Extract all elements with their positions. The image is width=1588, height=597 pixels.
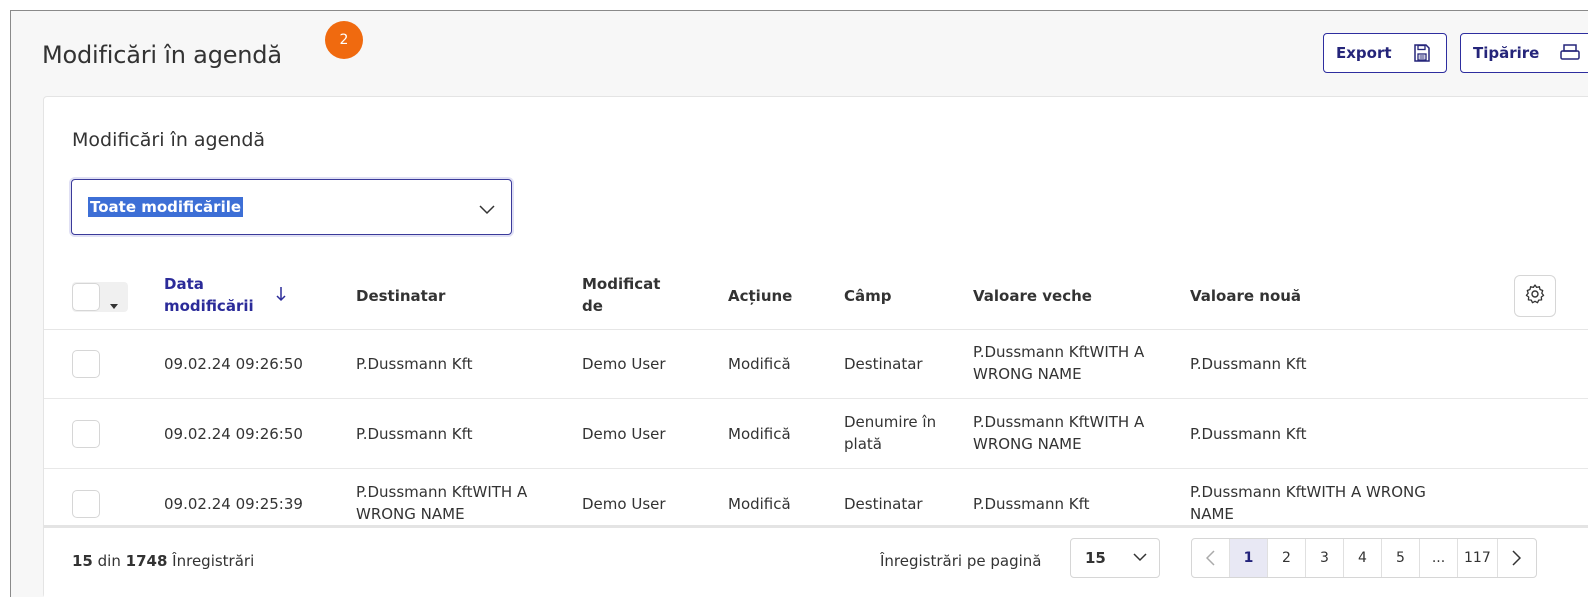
- per-page-label: Înregistrări pe pagină: [880, 552, 1042, 570]
- cell-recipient: P.Dussmann Kft: [356, 355, 473, 373]
- column-header-date-line2: modificării: [164, 297, 254, 315]
- cell-recipient: P.Dussmann Kft: [356, 425, 473, 443]
- page-button-4[interactable]: 4: [1344, 539, 1382, 577]
- chevron-down-icon: [1133, 553, 1147, 562]
- column-header-new-value[interactable]: Valoare nouă: [1190, 285, 1301, 307]
- column-header-modified-by-line2: de: [582, 297, 603, 315]
- record-count-shown: 15: [72, 552, 93, 570]
- record-count-of: din: [97, 552, 121, 570]
- column-header-action[interactable]: Acțiune: [728, 285, 792, 307]
- column-settings-button[interactable]: [1514, 275, 1556, 317]
- column-header-field[interactable]: Câmp: [844, 285, 892, 307]
- page-button-2[interactable]: 2: [1268, 539, 1306, 577]
- cell-recipient-line1: P.Dussmann KftWITH A: [356, 483, 528, 501]
- column-header-date[interactable]: Data modificării: [164, 273, 254, 317]
- sort-descending-icon[interactable]: [276, 286, 286, 306]
- per-page-value: 15: [1085, 549, 1106, 567]
- cell-field: Denumire în plată: [844, 411, 936, 455]
- cell-action: Modifică: [728, 495, 791, 513]
- page-button-5[interactable]: 5: [1382, 539, 1420, 577]
- cell-recipient-line2: WRONG NAME: [356, 505, 465, 520]
- cell-field: Destinatar: [844, 355, 923, 373]
- row-checkbox[interactable]: [72, 420, 100, 448]
- gear-icon: [1524, 283, 1546, 309]
- cell-modified-by: Demo User: [582, 355, 666, 373]
- changes-card: Modificări în agendă Toate modificările …: [43, 96, 1588, 597]
- cell-modified-by: Demo User: [582, 495, 666, 513]
- chevron-left-icon: [1206, 550, 1215, 566]
- cell-date: 09.02.24 09:26:50: [164, 355, 303, 373]
- page-ellipsis: ...: [1420, 539, 1458, 577]
- per-page-select[interactable]: 15: [1070, 538, 1160, 578]
- cell-old-value-line2: WRONG NAME: [973, 435, 1082, 453]
- step-badge: 2: [325, 21, 363, 59]
- record-count-total: 1748: [125, 552, 168, 570]
- export-button[interactable]: Export: [1323, 33, 1447, 73]
- cell-new-value: P.Dussmann Kft: [1190, 355, 1307, 373]
- table-row[interactable]: 09.02.24 09:25:39 P.Dussmann KftWITH A W…: [44, 470, 1588, 520]
- column-header-modified-by[interactable]: Modificat de: [582, 273, 660, 317]
- cell-old-value-line1: P.Dussmann KftWITH A: [973, 343, 1145, 361]
- cell-new-value: P.Dussmann KftWITH A WRONG NAME: [1190, 481, 1426, 520]
- page-title: Modificări în agendă: [42, 41, 282, 69]
- cell-field-line2: plată: [844, 435, 882, 453]
- table-footer: 15 din 1748 Înregistrări Înregistrări pe…: [44, 525, 1588, 597]
- page-button-3[interactable]: 3: [1306, 539, 1344, 577]
- cell-recipient: P.Dussmann KftWITH A WRONG NAME: [356, 481, 527, 520]
- column-header-date-line1: Data: [164, 275, 204, 293]
- record-count: 15 din 1748 Înregistrări: [72, 552, 254, 570]
- printer-icon: [1559, 43, 1581, 63]
- chevron-down-icon: [479, 200, 495, 219]
- column-header-old-value[interactable]: Valoare veche: [973, 285, 1092, 307]
- print-button[interactable]: Tipărire: [1460, 33, 1588, 73]
- page-button-1[interactable]: 1: [1230, 539, 1268, 577]
- cell-field-line1: Denumire în: [844, 413, 937, 431]
- export-label: Export: [1336, 44, 1392, 62]
- record-count-word: Înregistrări: [172, 552, 255, 570]
- column-header-recipient[interactable]: Destinatar: [356, 285, 445, 307]
- cell-field: Destinatar: [844, 495, 923, 513]
- select-all-checkbox[interactable]: [72, 283, 100, 311]
- cell-old-value: P.Dussmann KftWITH A WRONG NAME: [973, 411, 1144, 455]
- cell-date: 09.02.24 09:26:50: [164, 425, 303, 443]
- page-button-last[interactable]: 117: [1458, 539, 1498, 577]
- table-header: Data modificării Destinatar Modificat de…: [44, 262, 1588, 330]
- cell-old-value: P.Dussmann KftWITH A WRONG NAME: [973, 341, 1144, 385]
- cell-old-value: P.Dussmann Kft: [973, 495, 1090, 513]
- cell-date: 09.02.24 09:25:39: [164, 495, 303, 513]
- save-icon: [1412, 43, 1432, 63]
- cell-modified-by: Demo User: [582, 425, 666, 443]
- prev-page-button[interactable]: [1192, 539, 1230, 577]
- cell-old-value-line1: P.Dussmann KftWITH A: [973, 413, 1145, 431]
- row-checkbox[interactable]: [72, 350, 100, 378]
- cell-action: Modifică: [728, 425, 791, 443]
- app-frame: Modificări în agendă 2 Export Tipărire M…: [10, 10, 1588, 597]
- next-page-button[interactable]: [1498, 539, 1536, 577]
- changes-filter-select[interactable]: Toate modificările: [71, 179, 512, 235]
- chevron-right-icon: [1512, 550, 1522, 566]
- card-title: Modificări în agendă: [72, 129, 266, 151]
- column-header-modified-by-line1: Modificat: [582, 275, 661, 293]
- print-label: Tipărire: [1473, 44, 1540, 62]
- table-row[interactable]: 09.02.24 09:26:50 P.Dussmann Kft Demo Us…: [44, 330, 1588, 399]
- row-checkbox[interactable]: [72, 490, 100, 518]
- cell-new-value: P.Dussmann Kft: [1190, 425, 1307, 443]
- cell-new-value-line2: NAME: [1190, 505, 1234, 520]
- caret-down-icon[interactable]: [110, 294, 118, 313]
- filter-selected-value: Toate modificările: [88, 197, 244, 217]
- pagination: 1 2 3 4 5 ... 117: [1191, 538, 1537, 578]
- cell-old-value-line2: WRONG NAME: [973, 365, 1082, 383]
- cell-new-value-line1: P.Dussmann KftWITH A WRONG: [1190, 483, 1426, 501]
- table-row[interactable]: 09.02.24 09:26:50 P.Dussmann Kft Demo Us…: [44, 400, 1588, 469]
- select-all-menu[interactable]: [72, 282, 128, 312]
- table-body: 09.02.24 09:26:50 P.Dussmann Kft Demo Us…: [44, 330, 1588, 520]
- cell-action: Modifică: [728, 355, 791, 373]
